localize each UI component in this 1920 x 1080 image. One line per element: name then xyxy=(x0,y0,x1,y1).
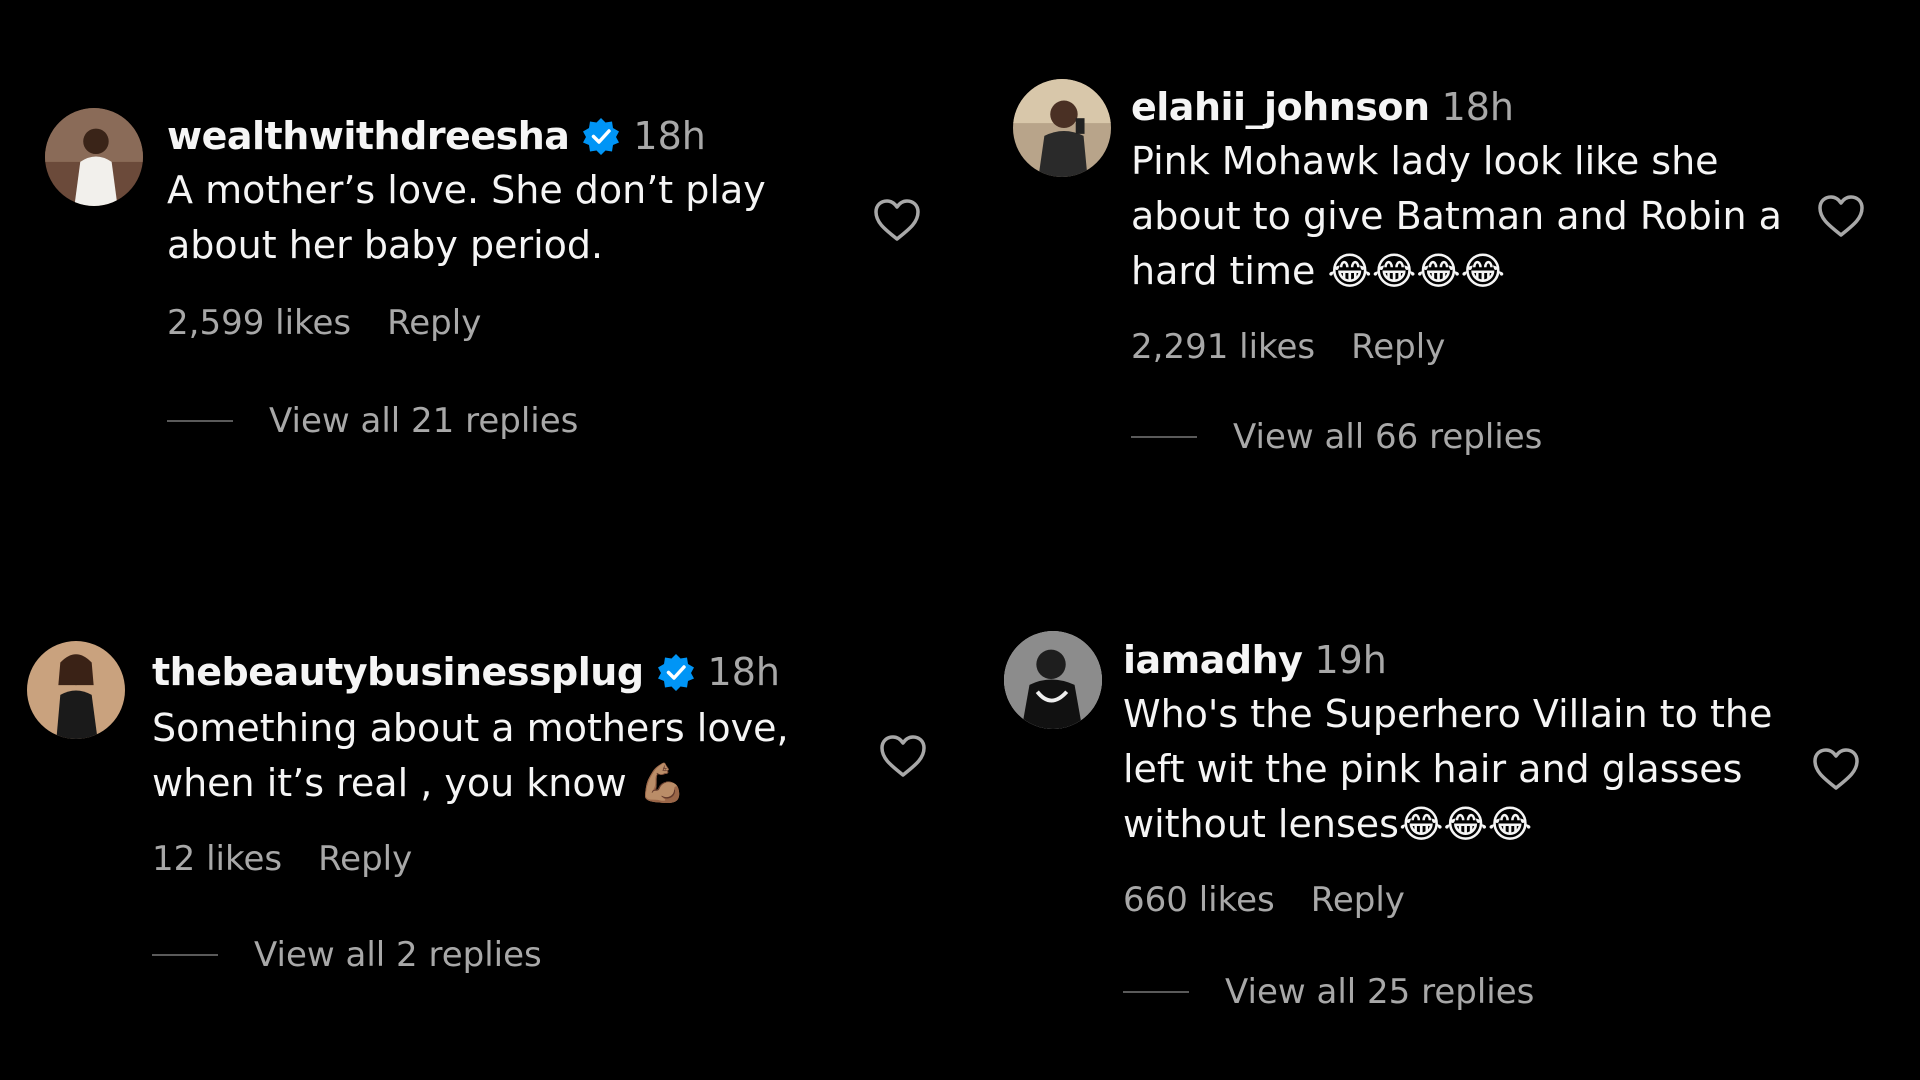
comment-body: thebeautybusinessplug 18h Something abou… xyxy=(152,647,789,975)
username[interactable]: wealthwithdreesha xyxy=(167,114,570,158)
username[interactable]: elahii_johnson xyxy=(1131,85,1430,129)
heart-icon[interactable] xyxy=(1817,194,1865,238)
view-replies-button[interactable]: View all 2 replies xyxy=(254,935,542,975)
comment-text: Something about a mothers love, when it’… xyxy=(152,706,789,805)
emoji: 😂😂😂 xyxy=(1398,802,1533,846)
timestamp: 19h xyxy=(1314,638,1387,682)
comment-body: elahii_johnson 18h Pink Mohawk lady look… xyxy=(1131,82,1782,457)
divider-line xyxy=(152,954,218,956)
timestamp: 18h xyxy=(1441,85,1514,129)
verified-badge-icon xyxy=(656,652,696,692)
view-replies-button[interactable]: View all 66 replies xyxy=(1233,417,1542,457)
comment-item: iamadhy 19h Who's the Superhero Villain … xyxy=(960,540,1920,1080)
avatar[interactable] xyxy=(45,108,143,206)
comment-item: wealthwithdreesha 18h A mother’s love. S… xyxy=(0,0,960,540)
avatar[interactable] xyxy=(1013,79,1111,177)
comment-item: elahii_johnson 18h Pink Mohawk lady look… xyxy=(960,0,1920,540)
divider-line xyxy=(1123,991,1189,993)
emoji: 💪🏽 xyxy=(638,761,687,805)
view-replies-button[interactable]: View all 21 replies xyxy=(269,401,578,441)
likes-count[interactable]: 660 likes xyxy=(1123,880,1275,920)
divider-line xyxy=(167,420,233,422)
reply-button[interactable]: Reply xyxy=(1351,327,1445,367)
comment-body: iamadhy 19h Who's the Superhero Villain … xyxy=(1123,635,1772,1012)
likes-count[interactable]: 12 likes xyxy=(152,839,282,879)
comment-item: thebeautybusinessplug 18h Something abou… xyxy=(0,540,960,1080)
heart-icon[interactable] xyxy=(873,198,921,242)
heart-icon[interactable] xyxy=(1812,747,1860,791)
reply-button[interactable]: Reply xyxy=(318,839,412,879)
username[interactable]: thebeautybusinessplug xyxy=(152,650,644,694)
timestamp: 18h xyxy=(707,650,780,694)
verified-badge-icon xyxy=(581,116,621,156)
heart-icon[interactable] xyxy=(879,734,927,778)
username[interactable]: iamadhy xyxy=(1123,638,1303,682)
timestamp: 18h xyxy=(633,114,706,158)
avatar[interactable] xyxy=(27,641,125,739)
emoji: 😂😂😂😂 xyxy=(1327,249,1506,293)
divider-line xyxy=(1131,436,1197,438)
avatar[interactable] xyxy=(1004,631,1102,729)
comment-text: A mother’s love. She don’t play about he… xyxy=(167,168,766,267)
comment-body: wealthwithdreesha 18h A mother’s love. S… xyxy=(167,111,766,441)
likes-count[interactable]: 2,291 likes xyxy=(1131,327,1315,367)
reply-button[interactable]: Reply xyxy=(1311,880,1405,920)
likes-count[interactable]: 2,599 likes xyxy=(167,303,351,343)
view-replies-button[interactable]: View all 25 replies xyxy=(1225,972,1534,1012)
reply-button[interactable]: Reply xyxy=(387,303,481,343)
